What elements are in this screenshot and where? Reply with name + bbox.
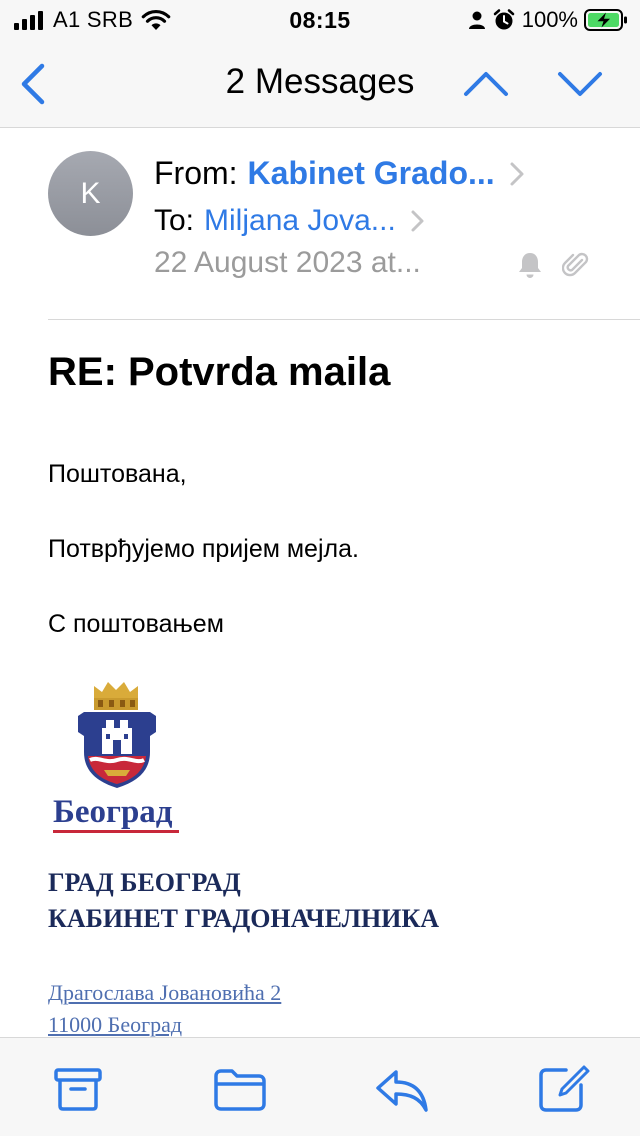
to-label: To: (154, 204, 195, 237)
belgrade-coat-of-arms-logo: Београд (53, 682, 179, 833)
date-row: 22 August 2023 at... (154, 246, 421, 280)
battery-percent: 100% (521, 7, 578, 32)
message-date: 22 August 2023 at... (154, 246, 421, 279)
sender-avatar[interactable]: K (48, 151, 133, 236)
organization-office: КАБИНЕТ ГРАДОНАЧЕЛНИКА (48, 904, 440, 933)
address-city-link[interactable]: 11000 Београд (48, 1012, 182, 1038)
archive-icon[interactable] (50, 1064, 106, 1114)
folder-icon[interactable] (212, 1064, 268, 1114)
chevron-right-icon (510, 162, 524, 185)
bottom-toolbar (0, 1037, 640, 1136)
compose-icon[interactable] (536, 1064, 592, 1114)
greeting-text: Поштована, (48, 460, 187, 488)
address-street-link[interactable]: Драгослава Јовановића 2 (48, 980, 281, 1006)
nav-title: 2 Messages (225, 62, 415, 101)
navigation-bar: 2 Messages (0, 40, 640, 128)
next-message-chevron-down-icon[interactable] (556, 66, 604, 102)
alarm-icon (493, 9, 514, 30)
from-row[interactable]: From: Kabinet Grado... (154, 155, 525, 192)
bell-icon[interactable] (516, 250, 544, 280)
avatar-initial: K (80, 176, 101, 210)
to-row[interactable]: To: Miljana Jova... (154, 204, 426, 238)
header-divider (48, 319, 640, 320)
status-right: 100% (468, 7, 628, 32)
person-icon (468, 11, 485, 29)
logo-wordmark: Београд (53, 794, 173, 830)
body-text: Потврђујемо пријем мејла. (48, 535, 359, 563)
message-subject: RE: Potvrda maila (48, 350, 391, 394)
battery-charging-icon (584, 9, 627, 31)
chevron-right-icon (411, 210, 424, 232)
status-bar: A1 SRB 08:15 100% (0, 0, 640, 40)
paperclip-icon (562, 252, 589, 277)
previous-message-chevron-up-icon[interactable] (462, 66, 510, 102)
recipient-name[interactable]: Miljana Jova... (204, 204, 396, 238)
organization-city: ГРАД БЕОГРАД (48, 868, 241, 897)
sender-name[interactable]: Kabinet Grado... (248, 155, 495, 192)
from-label: From: (154, 155, 238, 191)
reply-icon[interactable] (374, 1064, 430, 1114)
closing-text: С поштовањем (48, 610, 224, 638)
